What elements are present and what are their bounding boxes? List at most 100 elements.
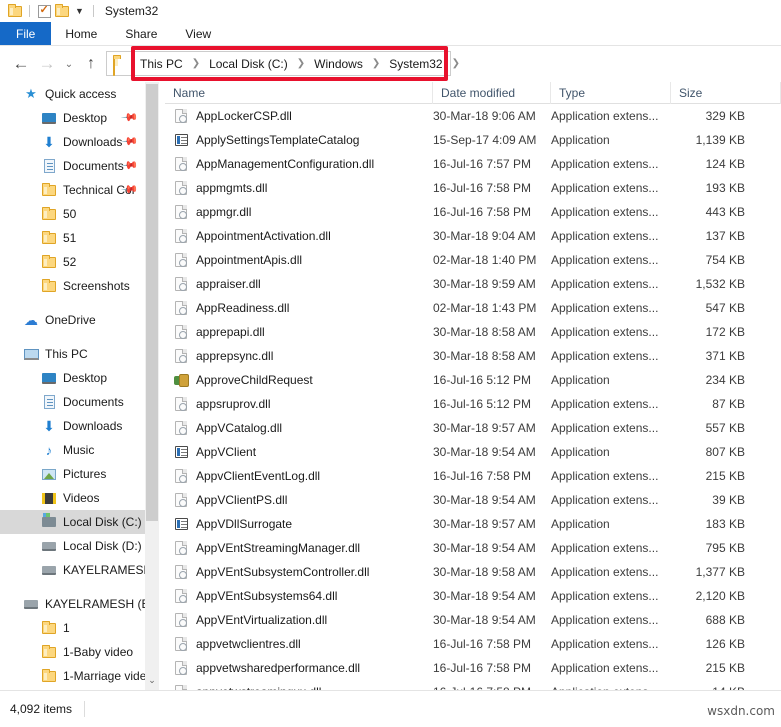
- cell-date-modified: 30-Mar-18 9:04 AM: [433, 229, 536, 243]
- table-row[interactable]: AppvClientEventLog.dll 16-Jul-16 7:58 PM A…: [165, 464, 781, 488]
- sidebar-item-label: 51: [63, 231, 77, 245]
- pin-icon[interactable]: 📌: [121, 108, 140, 127]
- table-row[interactable]: appraiser.dll 30-Mar-18 9:59 AM Applicatio…: [165, 272, 781, 296]
- pin-icon[interactable]: 📌: [121, 132, 140, 151]
- file-name-label: AppointmentActivation.dll: [196, 229, 331, 243]
- chevron-right-icon-3[interactable]: ❯: [372, 58, 380, 69]
- sidebar-item-documents[interactable]: Documents: [0, 390, 145, 414]
- sidebar-item-desktop[interactable]: Desktop: [0, 366, 145, 390]
- table-row[interactable]: AppManagementConfiguration.dll 16-Jul-16 …: [165, 152, 781, 176]
- table-row[interactable]: ApplySettingsTemplateCatalog 15-Sep-17 4:…: [165, 128, 781, 152]
- cell-type: Application extens...: [551, 277, 659, 291]
- tab-share[interactable]: Share: [111, 22, 171, 46]
- table-row[interactable]: AppVCatalog.dll 30-Mar-18 9:57 AM Applicat…: [165, 416, 781, 440]
- sidebar-item-label: Downloads: [63, 419, 123, 433]
- folder-icon: [41, 182, 57, 198]
- sidebar-item-kayelramesh[interactable]: KAYELRAMESH (: [0, 558, 145, 582]
- table-row[interactable]: apprepsync.dll 30-Mar-18 8:58 AM Applicati…: [165, 344, 781, 368]
- cell-type: Application: [551, 373, 610, 387]
- sidebar-item-51[interactable]: 51: [0, 226, 145, 250]
- cell-name: ApproveChildRequest: [165, 372, 433, 388]
- sidebar-item-52[interactable]: 52: [0, 250, 145, 274]
- table-row[interactable]: appvetwsharedperformance.dll 16-Jul-16 7:…: [165, 656, 781, 680]
- table-row[interactable]: AppVClientPS.dll 30-Mar-18 9:54 AM Applica…: [165, 488, 781, 512]
- table-row[interactable]: appmgmts.dll 16-Jul-16 7:58 PM Application…: [165, 176, 781, 200]
- sidebar-item-1-baby-video[interactable]: 1-Baby video: [0, 640, 145, 664]
- sidebar-item-onedrive[interactable]: ☁ OneDrive: [0, 308, 145, 332]
- sidebar-item-local-disk-d[interactable]: Local Disk (D:): [0, 534, 145, 558]
- table-row[interactable]: apprepapi.dll 30-Mar-18 8:58 AM Applicatio…: [165, 320, 781, 344]
- file-rows-container: AppLockerCSP.dll 30-Mar-18 9:06 AM Applica…: [165, 104, 781, 690]
- table-row[interactable]: appmgr.dll 16-Jul-16 7:58 PM Application e…: [165, 200, 781, 224]
- breadcrumb-item-local-disk-c[interactable]: Local Disk (C:): [207, 57, 290, 71]
- address-bar[interactable]: This PC ❯ Local Disk (C:) ❯ Windows ❯ Sy…: [106, 51, 460, 76]
- cell-type: Application extens...: [551, 325, 659, 339]
- sidebar-item-desktop[interactable]: Desktop 📌: [0, 106, 145, 130]
- breadcrumb-item-system32[interactable]: System32: [387, 57, 444, 71]
- sidebar-item-downloads[interactable]: ⬇ Downloads 📌: [0, 130, 145, 154]
- document-icon: [41, 158, 57, 174]
- column-header-size[interactable]: Size: [671, 82, 781, 104]
- tab-home[interactable]: Home: [51, 22, 111, 46]
- tab-view[interactable]: View: [171, 22, 225, 46]
- sidebar-item-1[interactable]: 1: [0, 616, 145, 640]
- table-row[interactable]: AppVDllSurrogate 30-Mar-18 9:57 AM Applica…: [165, 512, 781, 536]
- cell-date-modified: 30-Mar-18 9:57 AM: [433, 517, 536, 531]
- file-name-label: ApproveChildRequest: [196, 373, 313, 387]
- forward-icon[interactable]: →: [34, 51, 60, 77]
- cell-size: 557 KB: [705, 421, 745, 435]
- sidebar-item-videos[interactable]: Videos: [0, 486, 145, 510]
- table-row[interactable]: AppVClient 30-Mar-18 9:54 AM Application 80…: [165, 440, 781, 464]
- table-row[interactable]: AppLockerCSP.dll 30-Mar-18 9:06 AM Applica…: [165, 104, 781, 128]
- sidebar-item-50[interactable]: 50: [0, 202, 145, 226]
- chevron-down-icon[interactable]: ▼: [75, 2, 84, 20]
- exe-icon: [173, 516, 189, 532]
- breadcrumb-item-windows[interactable]: Windows: [312, 57, 365, 71]
- up-icon[interactable]: ↑: [78, 51, 104, 77]
- cell-size: 688 KB: [705, 613, 745, 627]
- table-row[interactable]: AppVEntSubsystemController.dll 30-Mar-18 …: [165, 560, 781, 584]
- chevron-right-icon-4[interactable]: ❯: [452, 58, 460, 69]
- sidebar-item-local-disk-c[interactable]: Local Disk (C:): [0, 510, 145, 534]
- chevron-right-icon-2[interactable]: ❯: [297, 58, 305, 69]
- breadcrumb-item-this-pc[interactable]: This PC: [138, 57, 185, 71]
- sidebar-item-pictures[interactable]: Pictures: [0, 462, 145, 486]
- sidebar-item-music[interactable]: ♪ Music: [0, 438, 145, 462]
- sidebar-item-kayelramesh-e[interactable]: KAYELRAMESH (E: [0, 592, 145, 616]
- table-row[interactable]: appvetwclientres.dll 16-Jul-16 7:58 PM App…: [165, 632, 781, 656]
- recent-locations-icon[interactable]: ⌄: [60, 51, 78, 77]
- table-row[interactable]: AppReadiness.dll 02-Mar-18 1:43 PM Applica…: [165, 296, 781, 320]
- cell-date-modified: 16-Jul-16 5:12 PM: [433, 373, 532, 387]
- folder-icon[interactable]: [6, 2, 24, 20]
- new-folder-icon[interactable]: [53, 2, 71, 20]
- column-header-type[interactable]: Type: [551, 82, 671, 104]
- table-row[interactable]: AppVEntSubsystems64.dll 30-Mar-18 9:54 AM…: [165, 584, 781, 608]
- dll-icon: [173, 156, 189, 172]
- sidebar-item-1-marriage-video[interactable]: 1-Marriage video: [0, 664, 145, 688]
- scroll-down-icon[interactable]: ⌄: [145, 672, 159, 689]
- table-row[interactable]: ApproveChildRequest 16-Jul-16 5:12 PM Appl…: [165, 368, 781, 392]
- sidebar-item-technical-cor[interactable]: Technical Cor 📌: [0, 178, 145, 202]
- sidebar-item-label: Pictures: [63, 467, 107, 481]
- table-row[interactable]: appsruprov.dll 16-Jul-16 5:12 PM Applicati…: [165, 392, 781, 416]
- table-row[interactable]: appvetwstreamingux.dll16-Jul-16 7:58 PMA…: [165, 680, 781, 690]
- chevron-right-icon-1[interactable]: ❯: [192, 58, 200, 69]
- properties-icon[interactable]: [35, 2, 53, 20]
- disk-icon: [23, 596, 39, 612]
- column-header-date-modified[interactable]: Date modified: [433, 82, 551, 104]
- table-row[interactable]: AppVEntStreamingManager.dll 30-Mar-18 9:5…: [165, 536, 781, 560]
- sidebar-scrollbar-thumb[interactable]: [146, 84, 158, 521]
- sidebar-item-screenshots[interactable]: Screenshots: [0, 274, 145, 298]
- table-row[interactable]: AppVEntVirtualization.dll 30-Mar-18 9:54 …: [165, 608, 781, 632]
- back-icon[interactable]: ←: [8, 51, 34, 77]
- table-row[interactable]: AppointmentActivation.dll 30-Mar-18 9:04 …: [165, 224, 781, 248]
- sidebar-item-quick-access[interactable]: ★ Quick access: [0, 82, 145, 106]
- sidebar-item-documents[interactable]: Documents 📌: [0, 154, 145, 178]
- sidebar-item-this-pc[interactable]: This PC: [0, 342, 145, 366]
- table-row[interactable]: AppointmentApis.dll 02-Mar-18 1:40 PM Appl…: [165, 248, 781, 272]
- sidebar-item-downloads[interactable]: ⬇ Downloads: [0, 414, 145, 438]
- sidebar-item-label: 1-Baby video: [63, 645, 134, 659]
- tab-file[interactable]: File: [0, 22, 52, 46]
- cell-name: AppLockerCSP.dll: [165, 108, 433, 124]
